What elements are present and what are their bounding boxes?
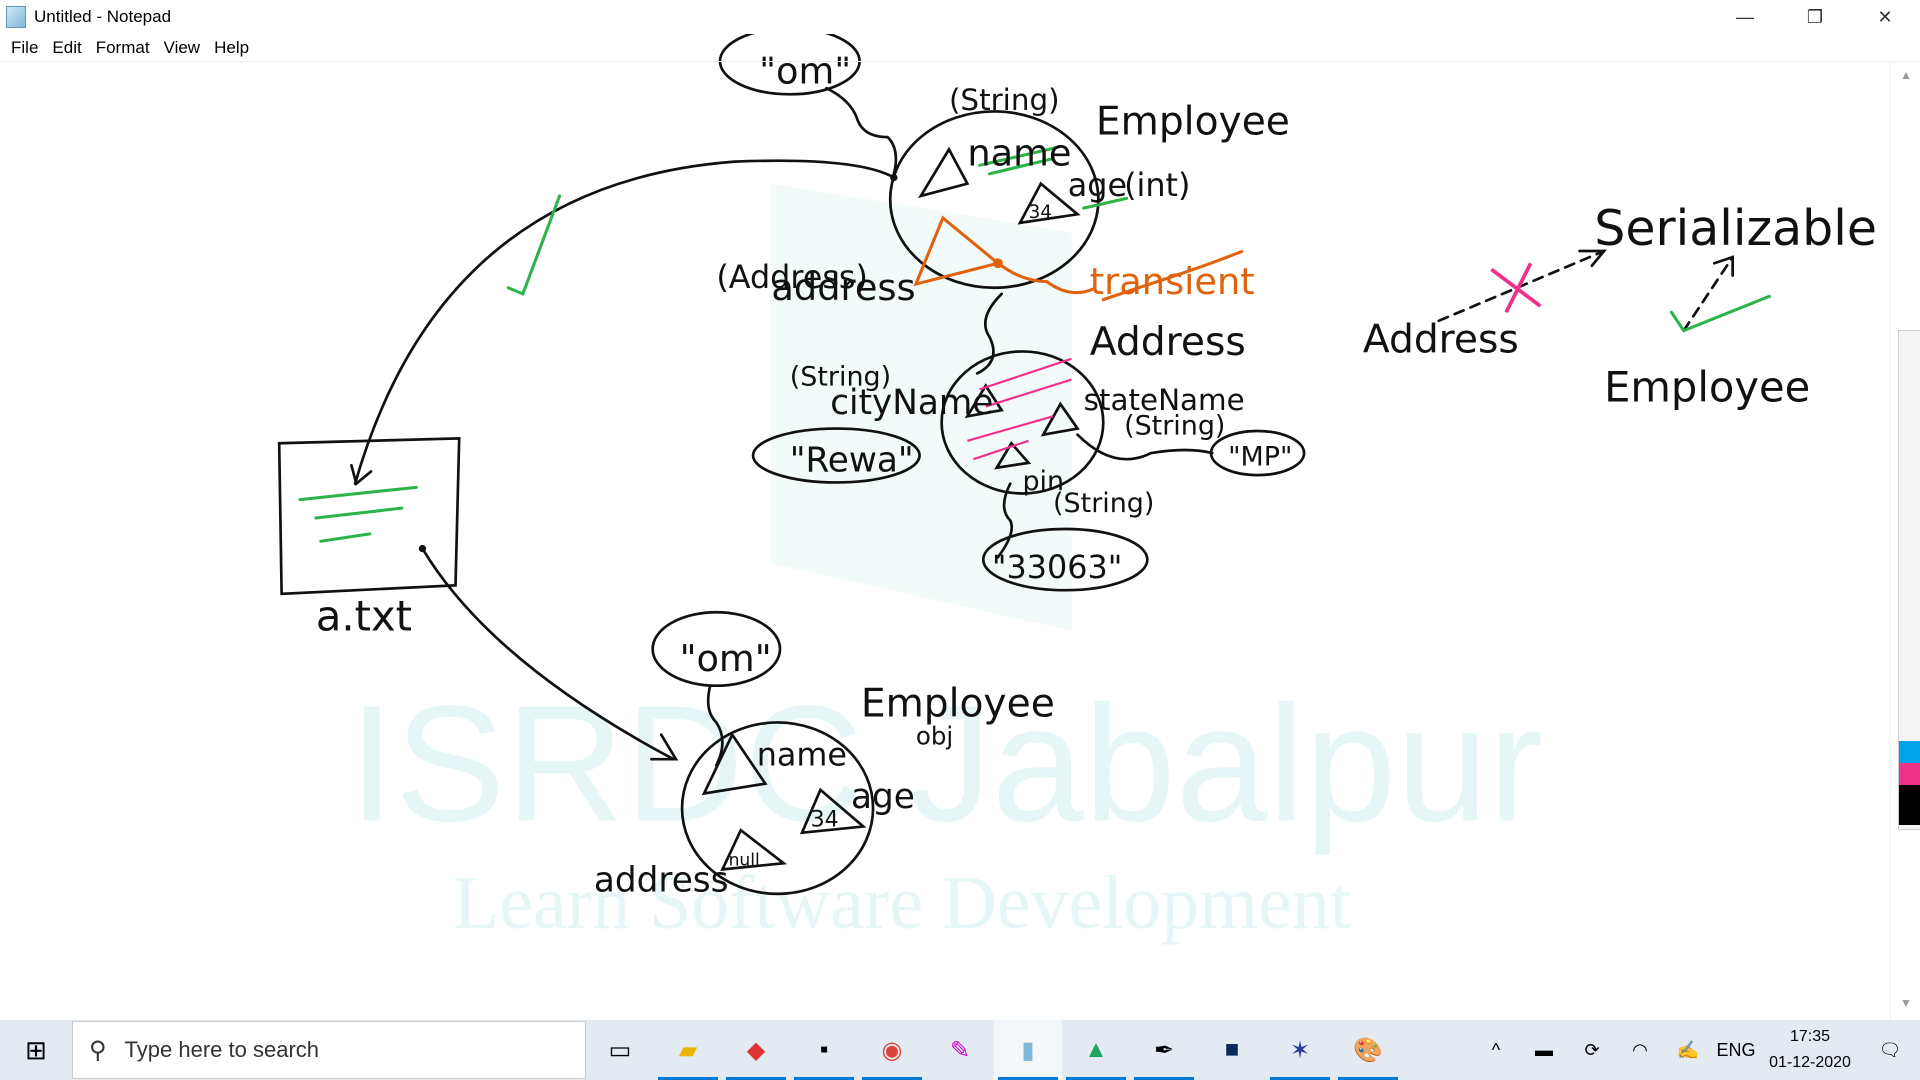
pen-color-blue[interactable] — [1899, 741, 1920, 763]
windows-start-icon[interactable]: ⊞ — [0, 1020, 72, 1080]
age-type: (int) — [1124, 166, 1190, 204]
notification-icon[interactable]: 🗨 — [1860, 1040, 1920, 1061]
file-label: a.txt — [316, 592, 412, 641]
restore-button[interactable]: ❐ — [1780, 0, 1850, 34]
watermark-subtitle: Learn Software Development — [453, 861, 1351, 945]
inkscape-icon[interactable]: ✒ — [1130, 1020, 1198, 1080]
close-button[interactable]: ✕ — [1850, 0, 1920, 34]
state-type: (String) — [1124, 411, 1225, 442]
pen-app-icon[interactable]: ✎ — [926, 1020, 994, 1080]
scroll-down-icon[interactable]: ▼ — [1891, 996, 1920, 1016]
title-bar: Untitled - Notepad — ❐ ✕ — [0, 0, 1920, 34]
name-type: (String) — [949, 83, 1060, 117]
battery-icon[interactable]: ▬ — [1520, 1040, 1568, 1061]
bottom-name-field: name — [757, 735, 847, 773]
name-field: name — [967, 131, 1071, 174]
serializable-label: Serializable — [1594, 200, 1877, 257]
drawing-canvas[interactable]: ISRDC Jabalpur Learn Software Developmen… — [0, 0, 1920, 1080]
bottom-class-label: Employee — [861, 681, 1055, 726]
clock[interactable]: 17:35 01-12-2020 — [1760, 1024, 1860, 1076]
menu-help[interactable]: Help — [207, 38, 256, 58]
chevron-up-icon[interactable]: ^ — [1472, 1040, 1520, 1061]
chrome-icon[interactable]: ◉ — [858, 1020, 926, 1080]
bottom-age-value: 34 — [811, 808, 839, 833]
wifi-icon[interactable]: ◠ — [1616, 1040, 1664, 1061]
address-to-serializable-arrow — [1437, 249, 1606, 323]
file-explorer-icon[interactable]: ▰ — [654, 1020, 722, 1080]
app-icon-2[interactable]: ✶ — [1266, 1020, 1334, 1080]
pen-icon[interactable]: ✍ — [1664, 1040, 1712, 1061]
pen-color-pink[interactable] — [1899, 763, 1920, 785]
employee-interface-label: Employee — [1604, 363, 1810, 412]
notepad-icon — [6, 6, 26, 28]
transient-label: transient — [1090, 260, 1255, 303]
notepad-taskbar-icon[interactable]: ▮ — [994, 1020, 1062, 1080]
obj-label: obj — [916, 721, 953, 750]
update-icon[interactable]: ⟳ — [1568, 1040, 1616, 1061]
menu-view[interactable]: View — [157, 38, 208, 58]
name-triangle — [917, 146, 970, 199]
bottom-address-field: address — [594, 860, 729, 900]
address-interface-label: Address — [1363, 318, 1519, 363]
task-view-icon[interactable]: ▭ — [586, 1020, 654, 1080]
app-icon[interactable]: ◆ — [722, 1020, 790, 1080]
check-icon — [506, 194, 562, 296]
search-placeholder: Type here to search — [124, 1037, 320, 1062]
bottom-age-field: age — [851, 777, 915, 817]
link-line — [825, 86, 898, 176]
language-indicator[interactable]: ENG — [1712, 1040, 1760, 1061]
terminal-icon[interactable]: ▪ — [790, 1020, 858, 1080]
bottom-name-value: "om" — [680, 637, 772, 680]
state-value: "MP" — [1228, 441, 1292, 472]
city-value: "Rewa" — [790, 440, 914, 480]
age-value: 34 — [1029, 202, 1052, 223]
clock-date: 01-12-2020 — [1769, 1054, 1851, 1071]
taskbar: ⊞ ⚲ Type here to search ▭ ▰ ◆ ▪ ◉ ✎ ▮ ▲ … — [0, 1020, 1920, 1080]
menu-format[interactable]: Format — [89, 38, 157, 58]
google-drive-icon[interactable]: ▲ — [1062, 1020, 1130, 1080]
bottom-address-value: null — [729, 851, 760, 871]
paint-icon[interactable]: 🎨 — [1334, 1020, 1402, 1080]
pin-value: "33063" — [992, 548, 1123, 586]
file-box — [277, 436, 461, 596]
search-icon: ⚲ — [89, 1036, 107, 1064]
menu-bar: File Edit Format View Help — [0, 34, 1920, 62]
cross-icon — [1490, 262, 1542, 314]
address-class-label: Address — [1090, 320, 1246, 365]
class-label: Employee — [1096, 100, 1290, 145]
scroll-up-icon[interactable]: ▲ — [1891, 68, 1920, 88]
clock-time: 17:35 — [1789, 1028, 1831, 1045]
address-field: address — [771, 266, 915, 309]
mysql-icon[interactable]: ■ — [1198, 1020, 1266, 1080]
taskbar-search[interactable]: ⚲ Type here to search — [72, 1021, 586, 1079]
pen-toolbar[interactable] — [1898, 330, 1920, 830]
menu-edit[interactable]: Edit — [45, 38, 88, 58]
age-field: age — [1068, 166, 1127, 204]
window-title: Untitled - Notepad — [34, 7, 172, 26]
pen-color-black[interactable] — [1899, 785, 1920, 825]
minimize-button[interactable]: — — [1710, 0, 1780, 34]
city-field: cityName — [830, 383, 993, 423]
menu-file[interactable]: File — [4, 38, 45, 58]
pin-type: (String) — [1053, 488, 1154, 519]
